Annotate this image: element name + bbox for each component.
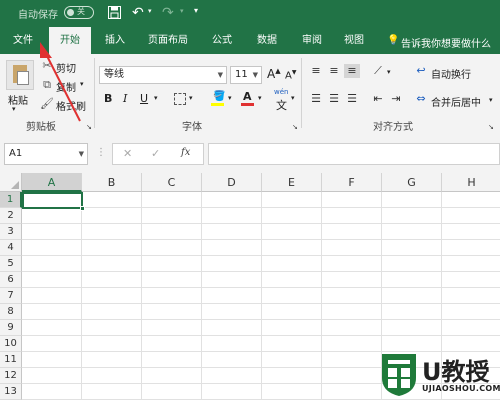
watermark-brand: U教授: [422, 358, 490, 386]
watermark: U教授 UJIAOSHOU.COM: [378, 350, 500, 400]
watermark-url: UJIAOSHOU.COM: [422, 384, 500, 393]
annotation-arrow: [40, 42, 81, 122]
ujiaoshou-logo-icon: [382, 354, 416, 396]
